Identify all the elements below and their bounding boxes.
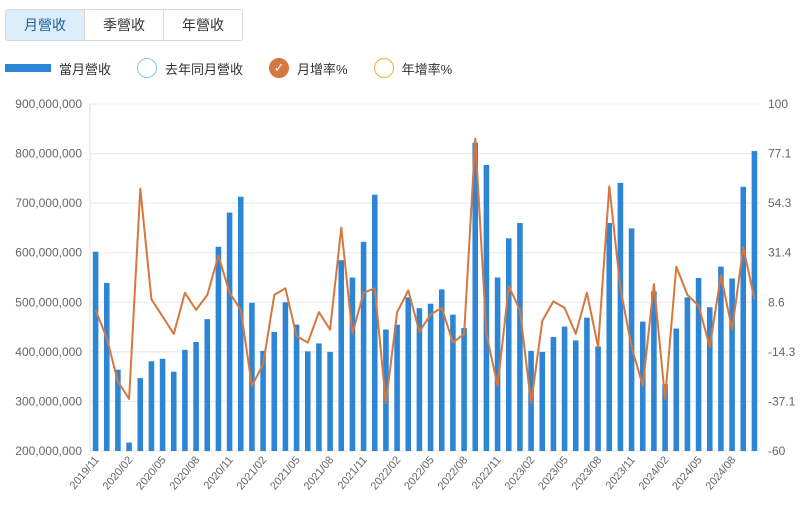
revenue-bar[interactable] <box>126 442 132 451</box>
revenue-bar[interactable] <box>226 212 233 451</box>
x-axis-tick-label: 2024/02 <box>637 454 672 492</box>
revenue-bar[interactable] <box>729 278 735 451</box>
right-axis-tick-label: 77.1 <box>768 147 792 161</box>
revenue-bar[interactable] <box>427 303 434 451</box>
revenue-bar[interactable] <box>651 291 657 451</box>
revenue-bar[interactable] <box>316 343 322 451</box>
x-axis-tick-label: 2022/05 <box>402 454 437 492</box>
revenue-chart: 900,000,000 800,000,000 700,000,000 600,000… <box>15 97 796 492</box>
revenue-bar[interactable] <box>182 349 188 451</box>
left-axis-tick-label: 300,000,000 <box>15 394 82 408</box>
revenue-bar[interactable] <box>405 297 412 451</box>
revenue-bar[interactable] <box>572 340 579 451</box>
left-axis-tick-label: 500,000,000 <box>15 295 82 309</box>
revenue-bar[interactable] <box>371 194 378 452</box>
right-axis-tick-label: -14.3 <box>768 345 796 359</box>
revenue-bar[interactable] <box>740 186 747 451</box>
revenue-bar[interactable] <box>595 346 601 451</box>
revenue-bar[interactable] <box>673 328 680 451</box>
revenue-bar[interactable] <box>159 358 166 451</box>
left-axis-tick-label: 700,000,000 <box>15 196 82 210</box>
x-axis-tick-label: 2023/11 <box>604 454 638 492</box>
revenue-bar[interactable] <box>360 241 367 451</box>
right-axis-tick-label: 31.4 <box>768 246 792 260</box>
x-axis-tick-label: 2020/08 <box>168 454 203 492</box>
right-axis-tick-label: -37.1 <box>768 394 796 408</box>
revenue-bar[interactable] <box>137 378 144 451</box>
revenue-bar[interactable] <box>282 302 289 451</box>
x-axis-tick-label: 2021/08 <box>302 454 337 492</box>
revenue-bar[interactable] <box>170 371 177 451</box>
left-axis-tick-label: 200,000,000 <box>15 444 82 458</box>
revenue-bar[interactable] <box>293 324 300 451</box>
x-axis-tick-label: 2021/02 <box>235 454 270 492</box>
revenue-bar[interactable] <box>606 222 613 451</box>
revenue-bar[interactable] <box>394 324 400 451</box>
revenue-bar[interactable] <box>517 222 523 451</box>
x-axis-tick-label: 2020/05 <box>134 454 169 492</box>
x-axis-tick-label: 2022/08 <box>436 454 471 492</box>
revenue-bar[interactable] <box>539 351 546 451</box>
right-axis-tick-label: 54.3 <box>768 196 792 210</box>
left-axis-tick-label: 600,000,000 <box>15 246 82 260</box>
revenue-bar[interactable] <box>304 351 311 451</box>
revenue-bar[interactable] <box>338 260 345 451</box>
revenue-bar[interactable] <box>349 277 356 452</box>
revenue-bar[interactable] <box>327 351 333 451</box>
x-axis-tick-label: 2022/11 <box>470 454 504 492</box>
revenue-bar[interactable] <box>148 361 155 451</box>
revenue-bar[interactable] <box>461 328 467 451</box>
x-axis-tick-label: 2024/05 <box>670 454 705 492</box>
x-axis-tick-label: 2023/08 <box>570 454 605 492</box>
x-axis-tick-label: 2019/11 <box>68 454 102 492</box>
right-axis-tick-label: 8.6 <box>768 295 785 309</box>
revenue-bar[interactable] <box>103 282 110 451</box>
revenue-bar[interactable] <box>617 182 624 451</box>
revenue-bar[interactable] <box>550 336 557 451</box>
x-axis-tick-label: 2021/05 <box>268 454 303 492</box>
x-axis-tick-label: 2020/11 <box>202 454 236 492</box>
right-axis-tick-label: 100 <box>768 97 788 111</box>
revenue-bar[interactable] <box>193 341 199 451</box>
right-axis-tick-label: -60 <box>768 444 786 458</box>
x-axis-tick-label: 2021/11 <box>336 454 370 492</box>
left-axis-tick-label: 400,000,000 <box>15 345 82 359</box>
revenue-bar[interactable] <box>271 332 278 451</box>
revenue-bar[interactable] <box>92 251 99 451</box>
x-axis-tick-label: 2022/02 <box>369 454 404 492</box>
x-axis-tick-label: 2020/02 <box>101 454 136 492</box>
revenue-bar[interactable] <box>584 317 590 451</box>
revenue-bar[interactable] <box>204 319 211 451</box>
x-axis-tick-label: 2023/05 <box>536 454 571 492</box>
revenue-bar[interactable] <box>684 297 691 451</box>
x-axis-tick-label: 2023/02 <box>503 454 538 492</box>
revenue-bar[interactable] <box>505 238 512 451</box>
left-axis-tick-label: 900,000,000 <box>15 97 82 111</box>
revenue-bar[interactable] <box>561 326 568 451</box>
revenue-bar[interactable] <box>751 151 758 452</box>
left-axis-tick-label: 800,000,000 <box>15 147 82 161</box>
revenue-bar[interactable] <box>215 246 222 451</box>
x-axis-tick-label: 2024/08 <box>704 454 739 492</box>
